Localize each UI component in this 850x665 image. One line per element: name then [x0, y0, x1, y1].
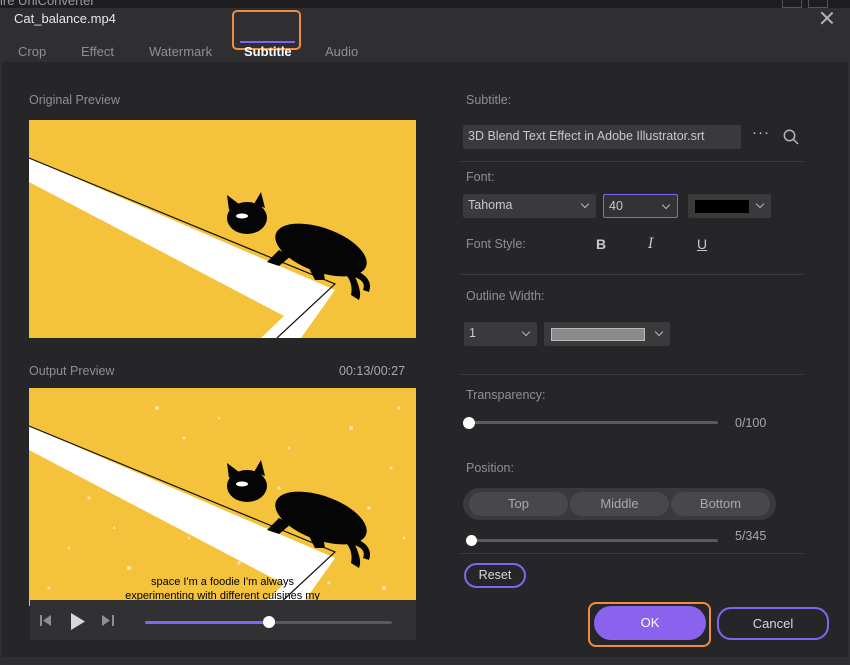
chevron-down-icon [755, 199, 765, 209]
next-frame-icon[interactable] [102, 615, 114, 626]
tab-watermark[interactable]: Watermark [149, 44, 212, 59]
original-preview-video [29, 120, 416, 338]
cat-eye [236, 481, 248, 487]
font-color-swatch [695, 200, 749, 213]
outline-width-select[interactable]: 1 [464, 322, 537, 346]
font-size-value: 40 [609, 199, 623, 213]
tab-audio[interactable]: Audio [325, 44, 358, 59]
subtitle-file-field[interactable]: 3D Blend Text Effect in Adobe Illustrato… [463, 125, 741, 149]
transparency-slider-track[interactable] [468, 421, 718, 424]
background-maximize-icon [808, 0, 828, 8]
original-preview-label: Original Preview [29, 93, 121, 107]
background-minimize-icon [782, 0, 802, 8]
more-options-icon[interactable]: ··· [752, 124, 770, 141]
chevron-down-icon [661, 200, 671, 210]
playback-timecode: 00:13/00:27 [339, 364, 406, 378]
tab-effect[interactable]: Effect [81, 44, 114, 59]
transparency-value: 0/100 [735, 416, 767, 430]
output-preview-label: Output Preview [29, 364, 115, 378]
close-icon[interactable] [820, 11, 834, 25]
outline-color-swatch [551, 328, 645, 341]
position-bottom-button[interactable]: Bottom [671, 492, 770, 516]
background-app-title: ire UniConverter [0, 0, 95, 8]
transparency-label: Transparency: [466, 388, 546, 402]
reset-button[interactable]: Reset [464, 563, 526, 588]
cat-eye [236, 213, 248, 219]
position-slider-handle[interactable] [466, 535, 477, 546]
font-size-select[interactable]: 40 [603, 194, 678, 218]
chevron-down-icon [654, 327, 664, 337]
player-controls [30, 600, 416, 640]
subtitle-line-1: space I'm a foodie I'm always [151, 576, 294, 588]
outline-width-label: Outline Width: [466, 289, 545, 303]
font-family-select[interactable]: Tahoma [463, 194, 596, 218]
output-preview-frame [29, 406, 406, 606]
position-middle-button[interactable]: Middle [570, 492, 669, 516]
seek-progress [145, 621, 269, 624]
outline-color-select[interactable] [544, 322, 670, 346]
font-color-select[interactable] [688, 194, 771, 218]
chevron-down-icon [521, 327, 531, 337]
position-value: 5/345 [735, 529, 767, 543]
original-preview-frame [29, 157, 371, 338]
position-top-button[interactable]: Top [469, 492, 568, 516]
font-family-value: Tahoma [468, 198, 513, 212]
output-preview-video: space I'm a foodie I'm always experiment… [29, 388, 416, 606]
search-icon[interactable] [783, 129, 799, 145]
dialog-title: Cat_balance.mp4 [14, 11, 116, 26]
transparency-slider-handle[interactable] [463, 417, 475, 429]
tab-subtitle[interactable]: Subtitle [244, 44, 292, 59]
cancel-button[interactable]: Cancel [717, 607, 829, 640]
tab-subtitle-underline [240, 41, 295, 43]
font-style-label: Font Style: [466, 237, 526, 251]
dialog-titlebar: Cat_balance.mp4 [0, 8, 850, 36]
seek-handle[interactable] [263, 616, 275, 628]
divider [460, 553, 804, 554]
ok-button[interactable]: OK [594, 606, 706, 640]
position-slider-track[interactable] [468, 539, 718, 542]
bold-button[interactable]: B [596, 236, 606, 252]
previous-frame-icon[interactable] [40, 615, 52, 626]
position-segmented-control: Top Middle Bottom [463, 488, 776, 520]
outline-width-value: 1 [469, 326, 476, 340]
underline-button[interactable]: U [697, 236, 707, 252]
play-icon[interactable] [70, 613, 86, 630]
italic-button[interactable]: I [648, 236, 654, 252]
background-app-titlebar: ire UniConverter [0, 0, 850, 8]
divider [460, 274, 804, 275]
divider [460, 161, 804, 162]
divider [460, 374, 804, 375]
font-label: Font: [466, 170, 495, 184]
tab-crop[interactable]: Crop [18, 44, 46, 59]
subtitle-label: Subtitle: [466, 93, 512, 107]
position-label: Position: [466, 461, 514, 475]
chevron-down-icon [580, 199, 590, 209]
